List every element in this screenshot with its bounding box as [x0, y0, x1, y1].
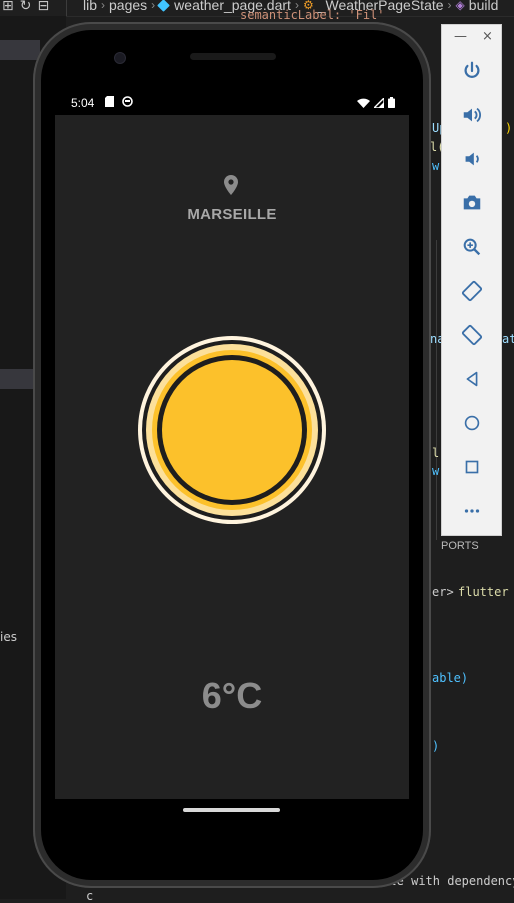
signal-icon: [374, 97, 384, 108]
zoom-button[interactable]: [442, 229, 501, 265]
code-fragment: ): [505, 121, 513, 135]
volume-up-button[interactable]: [442, 97, 501, 133]
front-camera: [114, 52, 126, 64]
more-icon: [464, 509, 479, 513]
emulator-toolbar: — ×: [441, 24, 502, 536]
status-system-icons: [357, 97, 395, 108]
volume-down-icon: [465, 152, 479, 166]
terminal-output: ): [432, 739, 440, 753]
location-pin-icon: [224, 175, 238, 195]
gesture-nav-bar: [55, 799, 409, 859]
chevron-right-icon: ›: [101, 0, 106, 12]
status-time: 5:04: [71, 96, 95, 110]
new-file-icon[interactable]: ⊞: [2, 0, 14, 14]
sunny-weather-icon: [138, 336, 326, 524]
power-button[interactable]: [442, 53, 501, 89]
chevron-right-icon: ›: [151, 0, 156, 12]
app-notification-icon: [122, 96, 133, 107]
code-fragment: semanticLabel: 'Fil': [240, 8, 385, 22]
breadcrumb-method[interactable]: build: [469, 0, 499, 13]
terminal-warning-cont: c: [86, 889, 94, 903]
close-button[interactable]: ×: [482, 29, 493, 44]
power-icon: [464, 61, 479, 78]
ide-toolbar-icons: ⊞ ↻ ⊟: [2, 0, 49, 14]
volume-up-icon: [463, 107, 481, 123]
screenshot-button[interactable]: [442, 185, 501, 221]
back-icon: [466, 371, 477, 387]
ide-divider: [66, 0, 67, 16]
home-button[interactable]: [442, 405, 501, 441]
sidebar-selected-row[interactable]: [0, 40, 40, 60]
rotate-right-icon: [461, 324, 482, 346]
breadcrumb-lib[interactable]: lib: [83, 0, 97, 13]
battery-icon: [388, 97, 395, 108]
more-button[interactable]: [442, 493, 501, 529]
code-fragment: w: [432, 159, 440, 173]
tab-ports[interactable]: PORTS: [441, 540, 479, 552]
temperature: 6°C: [201, 675, 263, 716]
camera-icon: [463, 195, 480, 210]
back-button[interactable]: [442, 361, 501, 397]
wifi-icon: [357, 98, 370, 108]
collapse-icon[interactable]: ⊟: [37, 0, 49, 14]
chevron-right-icon: ›: [447, 0, 452, 12]
phone-screen: 5:04 MARSEILLE 6°C: [55, 93, 409, 799]
zoom-icon: [463, 238, 480, 256]
volume-down-button[interactable]: [442, 141, 501, 177]
editor-border: [436, 240, 437, 540]
status-notification-icons: [105, 96, 133, 107]
home-icon: [464, 415, 479, 431]
weather-page: MARSEILLE 6°C: [55, 115, 409, 799]
method-icon: ◈: [455, 0, 465, 12]
dart-file-icon: [157, 0, 171, 12]
code-fragment: w: [432, 464, 440, 478]
terminal-output: able): [432, 671, 469, 685]
overview-icon: [465, 460, 478, 474]
home-gesture-pill[interactable]: [183, 808, 280, 812]
earpiece-speaker: [190, 53, 276, 60]
city-name: MARSEILLE: [187, 206, 277, 223]
status-bar: 5:04: [55, 93, 409, 115]
rotate-left-icon: [461, 280, 482, 302]
rotate-left-button[interactable]: [442, 273, 501, 309]
overview-button[interactable]: [442, 449, 501, 485]
code-fragment: at: [502, 332, 514, 346]
breadcrumb-pages[interactable]: pages: [109, 0, 147, 13]
sidebar-item-label[interactable]: ies: [0, 630, 17, 644]
refresh-icon[interactable]: ↻: [20, 0, 32, 14]
rotate-right-button[interactable]: [442, 317, 501, 353]
sd-card-icon: [105, 96, 114, 107]
minimize-button[interactable]: —: [454, 29, 467, 44]
terminal-command: flutter: [458, 585, 509, 599]
terminal-prompt: er>: [432, 585, 454, 599]
